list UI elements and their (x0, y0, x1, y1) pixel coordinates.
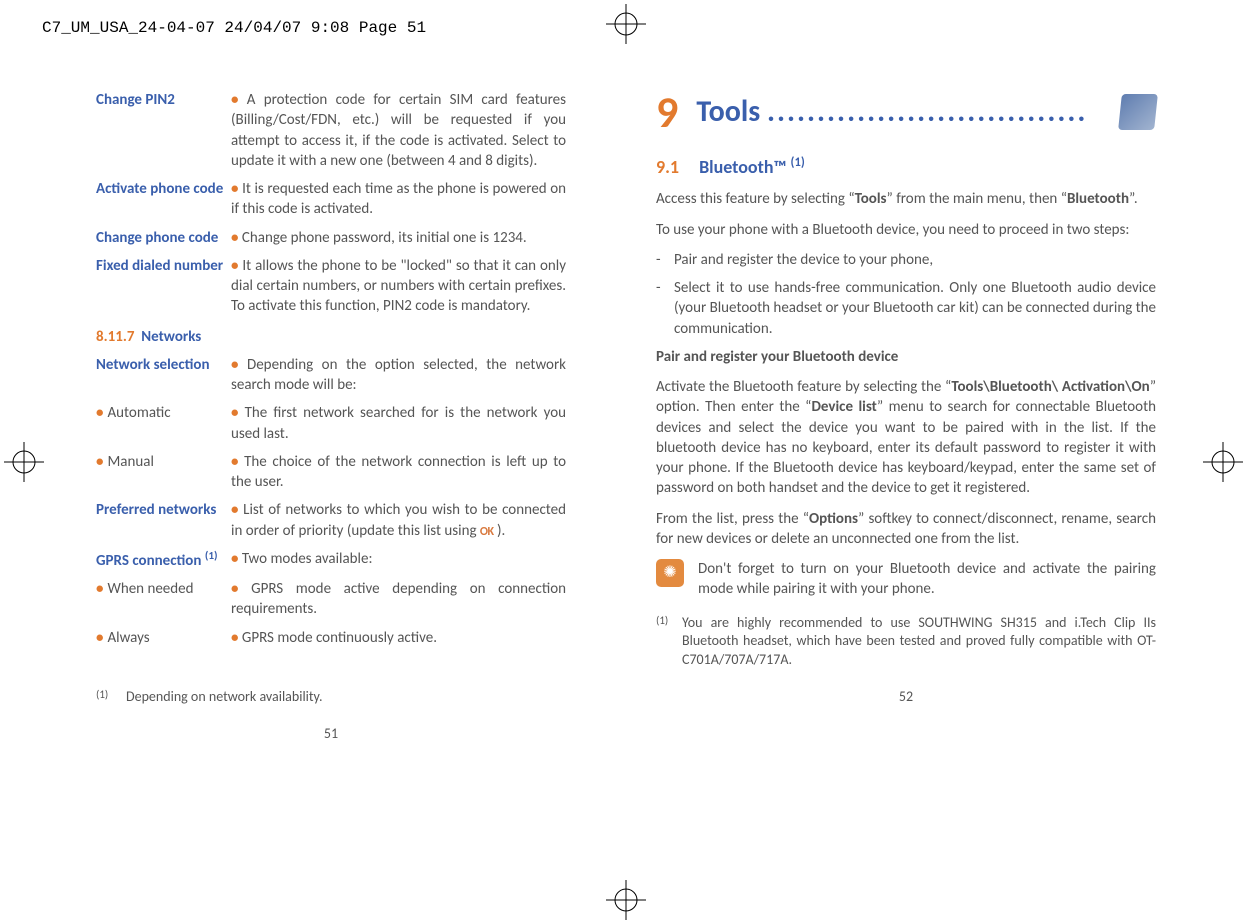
row-desc: • List of networks to which you wish to … (231, 500, 566, 541)
dash-bullet: - (656, 278, 674, 339)
section-9-1-title: Bluetooth™ (1) (699, 156, 805, 178)
row-sublabel: •Always (96, 628, 231, 648)
paragraph-activate-bt: Activate the Bluetooth feature by select… (656, 377, 1156, 499)
crop-mark-right (1203, 442, 1243, 482)
step-text: Pair and register the device to your pho… (674, 250, 1156, 270)
step-item: -Pair and register the device to your ph… (656, 250, 1156, 270)
paragraph-options: From the list, press the “Options” softk… (656, 509, 1156, 550)
row-sublabel: •Manual (96, 452, 231, 493)
footnote-text: Depending on network availability. (126, 688, 323, 707)
row-desc: • It allows the phone to be "locked" so … (231, 256, 566, 317)
footnote-text-right: You are highly recommended to use SOUTHW… (682, 614, 1156, 671)
row-label: Preferred networks (96, 500, 231, 541)
paragraph-access: Access this feature by selecting “Tools”… (656, 189, 1156, 209)
lightbulb-icon: ✺ (656, 559, 684, 587)
row-desc: • The first network searched for is the … (231, 403, 566, 444)
crop-mark-bottom (606, 880, 646, 920)
definition-row: Change phone code • Change phone passwor… (96, 228, 566, 248)
row-desc: • Two modes available: (231, 549, 566, 571)
footnote-mark: (1) (96, 688, 126, 707)
chapter-header: 9 Tools ................................ (656, 90, 1156, 134)
page-51: Change PIN2 • A protection code for cert… (96, 90, 596, 744)
row-desc: • A protection code for certain SIM card… (231, 90, 566, 171)
row-desc: • Change phone password, its initial one… (231, 228, 566, 248)
row-desc: • Depending on the option selected, the … (231, 355, 566, 396)
row-desc: • It is requested each time as the phone… (231, 179, 566, 220)
network-row: Network selection• Depending on the opti… (96, 355, 566, 396)
network-row: •Manual• The choice of the network conne… (96, 452, 566, 493)
row-label: Change PIN2 (96, 90, 231, 171)
step-text: Select it to use hands-free communicatio… (674, 278, 1156, 339)
network-row: GPRS connection (1)• Two modes available… (96, 549, 566, 571)
network-row: •Automatic• The first network searched f… (96, 403, 566, 444)
row-label: GPRS connection (1) (96, 549, 231, 571)
section-8-11-7-heading: 8.11.7 Networks (96, 327, 566, 347)
paragraph-twosteps: To use your phone with a Bluetooth devic… (656, 220, 1156, 240)
chapter-title-text: Tools (696, 93, 760, 130)
section-title: Networks (141, 328, 201, 346)
step-item: -Select it to use hands-free communicati… (656, 278, 1156, 339)
page-52: 9 Tools ................................… (626, 90, 1156, 744)
subheading-pair: Pair and register your Bluetooth device (656, 347, 1156, 367)
row-desc: • GPRS mode active depending on connecti… (231, 579, 566, 620)
section-number: 8.11.7 (96, 328, 134, 346)
definition-row: Activate phone code • It is requested ea… (96, 179, 566, 220)
network-row: •When needed• GPRS mode active depending… (96, 579, 566, 620)
callout-text: Don't forget to turn on your Bluetooth d… (698, 559, 1156, 600)
chapter-dots: ................................ (767, 93, 1087, 130)
row-sublabel: •Automatic (96, 403, 231, 444)
definition-row: Change PIN2 • A protection code for cert… (96, 90, 566, 171)
section-9-1-heading: 9.1 Bluetooth™ (1) (656, 154, 1156, 179)
section-9-1-sup: (1) (791, 155, 805, 170)
footnote-left: (1) Depending on network availability. (96, 688, 566, 707)
chapter-title: Tools ................................ (696, 92, 1120, 133)
ok-icon: OK (480, 524, 494, 540)
page-number-right: 52 (656, 688, 1156, 707)
network-row: Preferred networks• List of networks to … (96, 500, 566, 541)
footnote-right: (1) You are highly recommended to use SO… (656, 614, 1156, 671)
row-desc: • GPRS mode continuously active. (231, 628, 566, 648)
tools-icon (1118, 94, 1158, 130)
row-label: Network selection (96, 355, 231, 396)
section-9-1-title-text: Bluetooth™ (699, 156, 786, 178)
dash-bullet: - (656, 250, 674, 270)
row-label: Change phone code (96, 228, 231, 248)
chapter-number: 9 (656, 90, 678, 134)
row-label: Fixed dialed number (96, 256, 231, 317)
row-label: Activate phone code (96, 179, 231, 220)
row-desc: • The choice of the network connection i… (231, 452, 566, 493)
callout-tip: ✺ Don't forget to turn on your Bluetooth… (656, 559, 1156, 600)
network-row: •Always• GPRS mode continuously active. (96, 628, 566, 648)
crop-mark-left (4, 442, 44, 482)
page-number-left: 51 (96, 725, 566, 744)
footnote-mark-right: (1) (656, 614, 682, 671)
crop-mark-top (606, 4, 646, 44)
row-sublabel: •When needed (96, 579, 231, 620)
section-9-1-number: 9.1 (656, 156, 679, 178)
print-header: C7_UM_USA_24-04-07 24/04/07 9:08 Page 51 (42, 18, 426, 40)
definition-row: Fixed dialed number • It allows the phon… (96, 256, 566, 317)
